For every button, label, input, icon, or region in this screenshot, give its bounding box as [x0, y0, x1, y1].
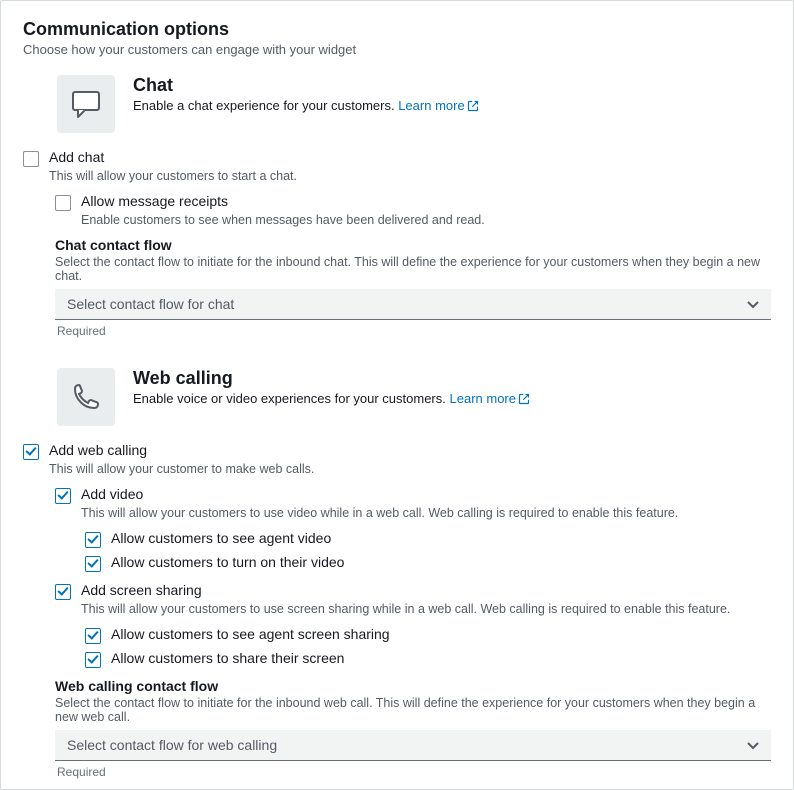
add-web-calling-row: Add web calling — [23, 442, 771, 460]
web-contact-flow-title: Web calling contact flow — [55, 678, 771, 694]
add-screen-sharing-label: Add screen sharing — [81, 582, 202, 598]
agent-screen-checkbox[interactable] — [85, 628, 101, 644]
chat-contact-flow-title: Chat contact flow — [55, 237, 771, 253]
web-calling-description: Enable voice or video experiences for yo… — [133, 391, 530, 408]
page-subtitle: Choose how your customers can engage wit… — [23, 42, 771, 57]
web-learn-more-link[interactable]: Learn more — [450, 391, 530, 406]
add-web-calling-label: Add web calling — [49, 442, 147, 458]
web-contact-flow-section: Web calling contact flow Select the cont… — [55, 678, 771, 779]
communication-options-panel: Communication options Choose how your cu… — [0, 0, 794, 790]
add-chat-row: Add chat — [23, 149, 771, 167]
add-video-row: Add video — [55, 486, 771, 504]
chat-contact-flow-section: Chat contact flow Select the contact flo… — [55, 237, 771, 338]
agent-video-checkbox[interactable] — [85, 532, 101, 548]
add-screen-sharing-row: Add screen sharing — [55, 582, 771, 600]
add-screen-sharing-desc: This will allow your customers to use sc… — [81, 602, 771, 616]
add-video-label: Add video — [81, 486, 143, 502]
phone-icon — [57, 368, 115, 426]
web-contact-flow-desc: Select the contact flow to initiate for … — [55, 696, 771, 724]
agent-screen-label: Allow customers to see agent screen shar… — [111, 626, 390, 642]
caret-down-icon — [747, 296, 759, 312]
customer-video-row: Allow customers to turn on their video — [85, 554, 771, 572]
chat-contact-flow-placeholder: Select contact flow for chat — [67, 296, 234, 312]
agent-screen-row: Allow customers to see agent screen shar… — [85, 626, 771, 644]
add-chat-checkbox[interactable] — [23, 151, 39, 167]
allow-receipts-desc: Enable customers to see when messages ha… — [81, 213, 771, 227]
web-contact-flow-required: Required — [57, 765, 771, 779]
add-chat-desc: This will allow your customers to start … — [49, 169, 771, 183]
external-link-icon — [467, 100, 479, 115]
add-video-desc: This will allow your customers to use vi… — [81, 506, 771, 520]
allow-receipts-checkbox[interactable] — [55, 195, 71, 211]
chat-contact-flow-select[interactable]: Select contact flow for chat — [55, 289, 771, 320]
add-web-calling-checkbox[interactable] — [23, 444, 39, 460]
allow-receipts-label: Allow message receipts — [81, 193, 228, 209]
chat-learn-more-link[interactable]: Learn more — [398, 98, 478, 113]
chat-contact-flow-required: Required — [57, 324, 771, 338]
web-calling-feature-header: Web calling Enable voice or video experi… — [57, 368, 771, 426]
chat-description: Enable a chat experience for your custom… — [133, 98, 479, 115]
customer-video-checkbox[interactable] — [85, 556, 101, 572]
chat-contact-flow-desc: Select the contact flow to initiate for … — [55, 255, 771, 283]
customer-screen-row: Allow customers to share their screen — [85, 650, 771, 668]
allow-receipts-row: Allow message receipts — [55, 193, 771, 211]
customer-screen-checkbox[interactable] — [85, 652, 101, 668]
add-chat-label: Add chat — [49, 149, 104, 165]
add-web-calling-desc: This will allow your customer to make we… — [49, 462, 771, 476]
caret-down-icon — [747, 737, 759, 753]
add-screen-sharing-checkbox[interactable] — [55, 584, 71, 600]
customer-screen-label: Allow customers to share their screen — [111, 650, 344, 666]
web-calling-title: Web calling — [133, 368, 530, 389]
page-title: Communication options — [23, 19, 771, 40]
add-video-checkbox[interactable] — [55, 488, 71, 504]
chat-icon — [57, 75, 115, 133]
external-link-icon — [518, 393, 530, 408]
chat-title: Chat — [133, 75, 479, 96]
web-contact-flow-placeholder: Select contact flow for web calling — [67, 737, 277, 753]
agent-video-label: Allow customers to see agent video — [111, 530, 331, 546]
agent-video-row: Allow customers to see agent video — [85, 530, 771, 548]
customer-video-label: Allow customers to turn on their video — [111, 554, 344, 570]
web-contact-flow-select[interactable]: Select contact flow for web calling — [55, 730, 771, 761]
chat-feature-header: Chat Enable a chat experience for your c… — [57, 75, 771, 133]
